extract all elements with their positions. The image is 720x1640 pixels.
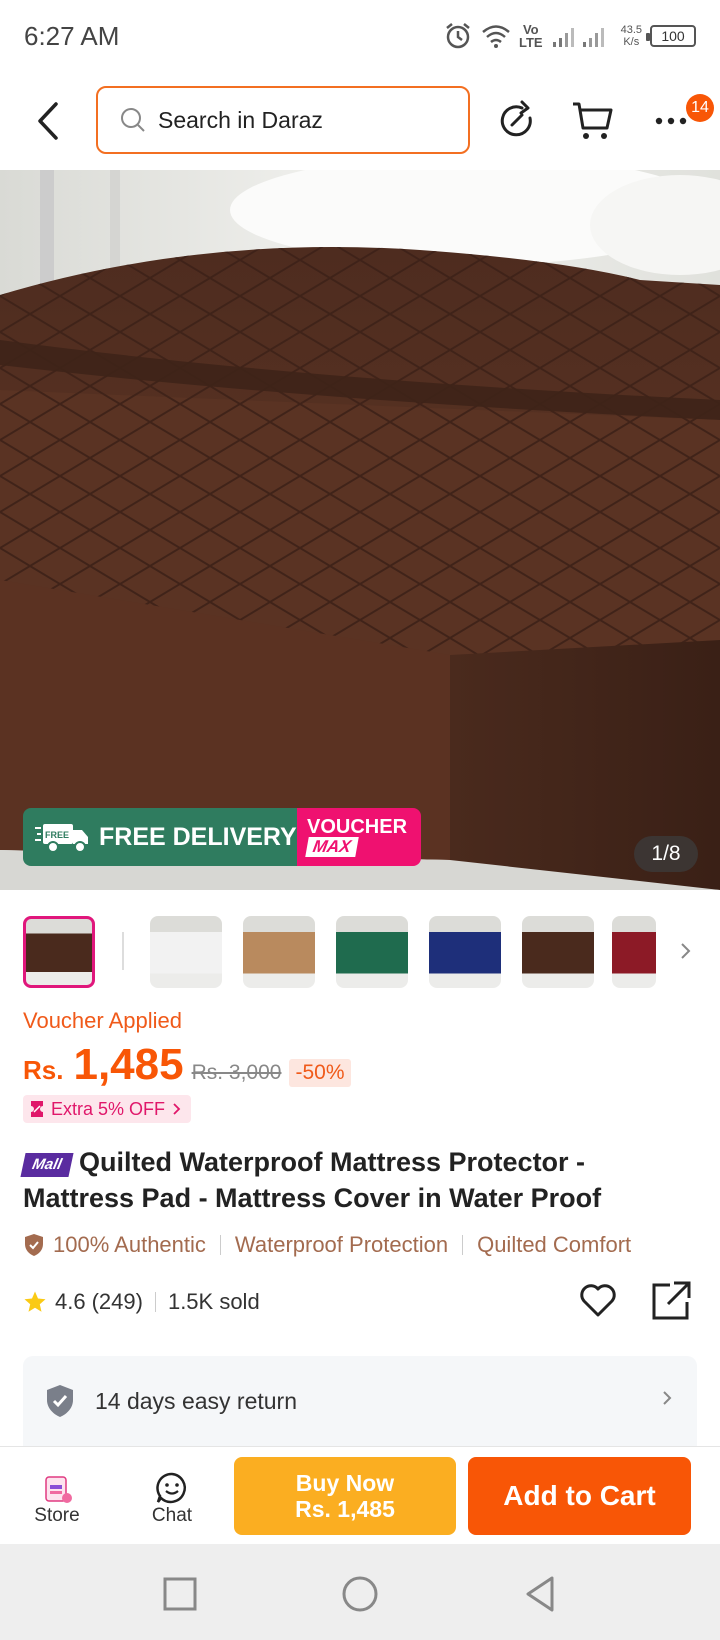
star-icon: [24, 1291, 46, 1312]
feature-authentic: 100% Authentic: [53, 1232, 206, 1257]
volte-bottom: LTE: [518, 35, 543, 50]
cart-icon[interactable]: [570, 98, 616, 144]
free-delivery-tag: FREE FREE DELIVERY: [23, 808, 297, 866]
extra-off-label: Extra 5% OFF: [51, 1098, 166, 1119]
thumbnail-2[interactable]: [150, 916, 222, 988]
recent-apps-icon[interactable]: [160, 1574, 200, 1614]
return-policy-label: 14 days easy return: [95, 1387, 298, 1414]
thumbnail-5[interactable]: [429, 916, 501, 988]
sold-count: 1.5K sold: [167, 1289, 260, 1314]
net-speed: 43.5 K/s: [621, 24, 642, 48]
chevron-right-icon: [663, 1391, 672, 1405]
image-counter: 1/8: [634, 836, 698, 872]
thumbnail-3[interactable]: [243, 916, 315, 988]
truck-free-text: FREE: [45, 830, 69, 840]
heart-icon[interactable]: [578, 1280, 618, 1320]
rating-separator: [154, 1292, 156, 1312]
return-policy-card[interactable]: 14 days easy return: [23, 1356, 697, 1446]
search-input[interactable]: [158, 106, 438, 134]
status-bar: 6:27 AM Vo LTE 43.5 K/s 100: [0, 0, 720, 72]
feature-tags[interactable]: 100% Authentic Waterproof Protection Qui…: [23, 1228, 720, 1262]
feature-quilted: Quilted Comfort: [477, 1232, 632, 1257]
price-currency: Rs.: [23, 1055, 64, 1085]
back-nav-icon[interactable]: [520, 1574, 560, 1614]
thumbnail-separator: [122, 932, 124, 970]
shield-check-icon: [47, 1385, 73, 1417]
store-icon: [45, 1476, 72, 1503]
authentic-shield-icon: [25, 1234, 43, 1256]
mattress-image: [0, 170, 720, 890]
chat-label: Chat: [151, 1505, 193, 1526]
product-title: Mall Quilted Waterproof Mattress Protecto…: [20, 1144, 703, 1216]
buy-now-button[interactable]: Buy Now Rs. 1,485: [234, 1457, 456, 1535]
system-navigation-bar: [0, 1544, 720, 1640]
notification-badge: 14: [686, 94, 714, 122]
extra-off-tag[interactable]: Extra 5% OFF: [23, 1095, 192, 1123]
chevron-right-icon[interactable]: [676, 936, 696, 966]
voucher-max-tag: VOUCHER MAX: [297, 808, 421, 866]
review-count: (249): [91, 1289, 143, 1314]
voucher-ticket-icon: [31, 1101, 43, 1117]
store-label: Store: [34, 1505, 80, 1526]
thumbnail-1[interactable]: [23, 916, 95, 988]
feature-separator: [462, 1235, 464, 1255]
top-header: 14: [0, 80, 720, 162]
chevron-right-icon: [173, 1103, 181, 1115]
rating-row[interactable]: 4.6 (249) 1.5K sold: [23, 1284, 260, 1320]
battery-icon: 100: [646, 25, 696, 47]
back-arrow-icon[interactable]: [30, 98, 70, 144]
alarm-icon: [446, 23, 470, 49]
product-title-text: Quilted Waterproof Mattress Protector - …: [23, 1147, 602, 1213]
product-image[interactable]: [0, 170, 720, 890]
free-delivery-voucher-banner: FREE FREE DELIVERY VOUCHER MAX: [23, 808, 421, 866]
thumbnail-strip: [0, 912, 720, 992]
signal-icon: [552, 28, 604, 47]
thumbnail-7[interactable]: [612, 916, 656, 988]
buy-now-label: Buy Now: [295, 1470, 395, 1496]
thumbnail-6[interactable]: [522, 916, 594, 988]
discount-badge: -50%: [289, 1059, 351, 1087]
voucher-label: VOUCHER: [307, 816, 408, 838]
store-button[interactable]: Store: [17, 1471, 97, 1527]
feature-separator: [219, 1235, 221, 1255]
price-original: Rs. 3,000: [191, 1061, 282, 1084]
price-current: 1,485: [73, 1040, 184, 1089]
delivery-truck-icon: FREE: [35, 824, 88, 853]
wifi-icon: [482, 25, 510, 48]
search-bar[interactable]: [96, 86, 470, 154]
add-to-cart-button[interactable]: Add to Cart: [468, 1457, 691, 1535]
home-icon[interactable]: [340, 1574, 380, 1614]
share-icon[interactable]: [650, 1280, 692, 1322]
bottom-action-bar: Store Chat Buy Now Rs. 1,485 Add to Cart: [0, 1446, 720, 1544]
voucher-applied-label: Voucher Applied: [23, 1008, 183, 1033]
status-icons: Vo LTE 43.5 K/s 100: [443, 21, 696, 51]
thumbnail-4[interactable]: [336, 916, 408, 988]
net-speed-value: 43.5: [620, 24, 642, 36]
rating-value: 4.6: [55, 1289, 86, 1314]
mall-badge: Mall: [20, 1153, 74, 1177]
volte-label: Vo LTE: [519, 23, 543, 49]
buy-now-price: Rs. 1,485: [295, 1496, 395, 1522]
chat-button[interactable]: Chat: [132, 1471, 212, 1527]
share-refresh-icon[interactable]: [494, 98, 540, 144]
free-delivery-label: FREE DELIVERY: [99, 822, 297, 851]
search-icon: [121, 108, 145, 132]
feature-waterproof: Waterproof Protection: [234, 1232, 449, 1257]
status-time: 6:27 AM: [24, 20, 120, 51]
max-label: MAX: [305, 837, 359, 857]
chat-icon: [156, 1472, 186, 1504]
price-row: Rs. 1,485 Rs. 3,000 -50%: [23, 1040, 351, 1090]
net-speed-unit: K/s: [623, 36, 640, 48]
